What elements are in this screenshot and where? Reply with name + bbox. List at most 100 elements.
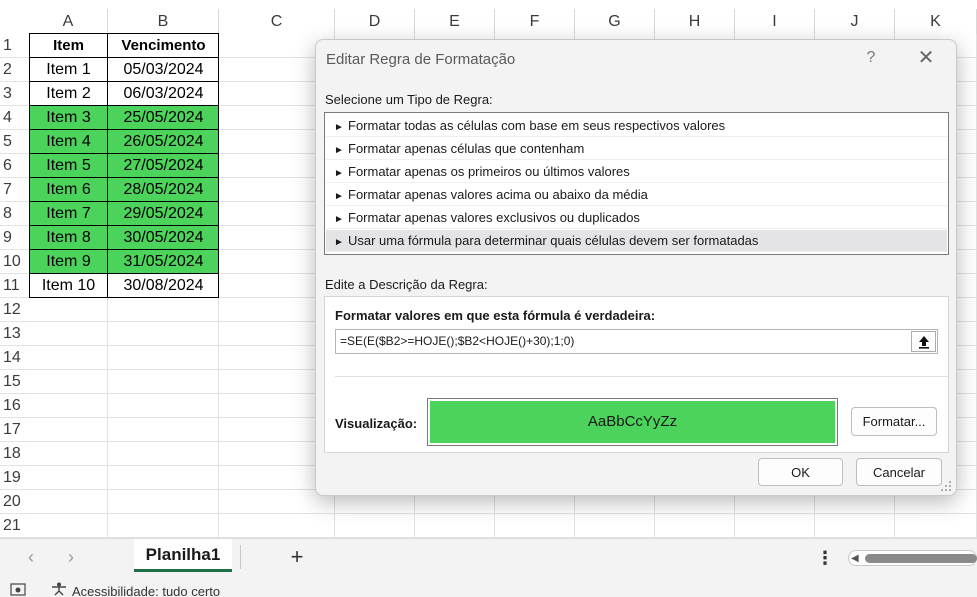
rule-type-item[interactable]: ► Formatar apenas células que contenham (326, 138, 947, 160)
cell-due-date[interactable]: 28/05/2024 (108, 178, 219, 202)
row-header-18[interactable]: 18 (0, 442, 29, 466)
sheet-tab-bar: ‹ › Planilha1 + ⋮ ◀ (0, 538, 977, 576)
column-header-b[interactable]: B (108, 9, 219, 34)
cell-item[interactable]: Item 3 (29, 106, 108, 130)
cancel-button[interactable]: Cancelar (856, 458, 942, 486)
row-header-2[interactable]: 2 (0, 58, 29, 82)
upload-arrow-icon (918, 336, 929, 349)
cell-item[interactable]: Item 1 (29, 58, 108, 82)
cell-due-date[interactable]: 30/05/2024 (108, 226, 219, 250)
accessibility-icon[interactable] (50, 582, 68, 596)
column-header-c[interactable]: C (219, 9, 335, 34)
row-header-15[interactable]: 15 (0, 370, 29, 394)
rule-type-list[interactable]: ► Formatar todas as células com base em s… (324, 112, 949, 255)
row-header-1[interactable]: 1 (0, 34, 29, 58)
arrow-right-icon: ► (334, 214, 344, 225)
row-header-14[interactable]: 14 (0, 346, 29, 370)
column-header-j[interactable]: J (815, 9, 895, 34)
resize-grip-icon[interactable] (940, 480, 954, 494)
cell-due-date[interactable]: 05/03/2024 (108, 58, 219, 82)
column-header-g[interactable]: G (575, 9, 655, 34)
column-header-k[interactable]: K (895, 9, 977, 34)
close-icon[interactable]: ✕ (914, 46, 938, 70)
ok-button[interactable]: OK (758, 458, 843, 486)
column-header-d[interactable]: D (335, 9, 415, 34)
tab-planilha1[interactable]: Planilha1 (134, 539, 232, 572)
cell-item[interactable]: Item 5 (29, 154, 108, 178)
row-header-13[interactable]: 13 (0, 322, 29, 346)
scrollbar-thumb[interactable] (865, 554, 977, 563)
cell-item[interactable]: Item 2 (29, 82, 108, 106)
cell-due-date[interactable]: 31/05/2024 (108, 250, 219, 274)
chevron-right-icon[interactable]: › (60, 546, 82, 568)
collapse-dialog-button[interactable] (911, 331, 936, 352)
cell-due-date[interactable]: 30/08/2024 (108, 274, 219, 298)
arrow-right-icon: ► (334, 191, 344, 202)
formula-input[interactable]: =SE(E($B2>=HOJE();$B2<HOJE()+30);1;0) (335, 329, 938, 354)
cell-item[interactable]: Item 7 (29, 202, 108, 226)
row-header-4[interactable]: 4 (0, 106, 29, 130)
row-header-7[interactable]: 7 (0, 178, 29, 202)
row-header-6[interactable]: 6 (0, 154, 29, 178)
cell-item[interactable]: Item 6 (29, 178, 108, 202)
row-header-9[interactable]: 9 (0, 226, 29, 250)
preview-sample-text: AaBbCcYyZz (430, 401, 835, 443)
chevron-left-icon[interactable]: ‹ (20, 546, 42, 568)
rule-type-label: Formatar apenas células que contenham (348, 141, 585, 156)
cell-item[interactable]: Item 8 (29, 226, 108, 250)
rule-type-label: Formatar apenas valores exclusivos ou du… (348, 210, 640, 225)
horizontal-scrollbar[interactable]: ◀ (848, 550, 977, 566)
macro-record-icon[interactable] (10, 582, 28, 596)
rule-type-item[interactable]: ► Usar uma fórmula para determinar quais … (326, 230, 947, 252)
column-header-a[interactable]: A (29, 9, 108, 34)
header-cell-item[interactable]: Item (29, 34, 108, 58)
row-header-19[interactable]: 19 (0, 466, 29, 490)
rule-type-item[interactable]: ► Formatar apenas valores acima ou abaixo… (326, 184, 947, 206)
status-bar: Acessibilidade: tudo certo (0, 576, 977, 597)
row-header-21[interactable]: 21 (0, 514, 29, 538)
arrow-right-icon: ► (334, 122, 344, 133)
column-header-e[interactable]: E (415, 9, 495, 34)
cell-due-date[interactable]: 27/05/2024 (108, 154, 219, 178)
arrow-right-icon: ► (334, 168, 344, 179)
row-header-17[interactable]: 17 (0, 418, 29, 442)
row-header-3[interactable]: 3 (0, 82, 29, 106)
cell-due-date[interactable]: 25/05/2024 (108, 106, 219, 130)
row-header-11[interactable]: 11 (0, 274, 29, 298)
cell-item[interactable]: Item 10 (29, 274, 108, 298)
rule-type-item[interactable]: ► Formatar todas as células com base em s… (326, 115, 947, 137)
add-sheet-icon[interactable]: + (285, 545, 309, 569)
cell-item[interactable]: Item 4 (29, 130, 108, 154)
row-header-16[interactable]: 16 (0, 394, 29, 418)
rule-type-item[interactable]: ► Formatar apenas os primeiros ou últimos… (326, 161, 947, 183)
row-header-8[interactable]: 8 (0, 202, 29, 226)
row-header-10[interactable]: 10 (0, 250, 29, 274)
column-header-h[interactable]: H (655, 9, 735, 34)
dialog-title: Editar Regra de Formatação (326, 51, 516, 68)
arrow-right-icon: ► (334, 145, 344, 156)
formula-label: Formatar valores em que esta fórmula é v… (335, 308, 656, 323)
row-header-5[interactable]: 5 (0, 130, 29, 154)
description-label: Edite a Descrição da Regra: (325, 277, 488, 292)
rule-type-item[interactable]: ► Formatar apenas valores exclusivos ou d… (326, 207, 947, 229)
row-header-12[interactable]: 12 (0, 298, 29, 322)
row-header-20[interactable]: 20 (0, 490, 29, 514)
accessibility-status[interactable]: Acessibilidade: tudo certo (72, 584, 220, 597)
rule-type-label: Formatar apenas os primeiros ou últimos … (348, 164, 630, 179)
column-header-i[interactable]: I (735, 9, 815, 34)
cell-item[interactable]: Item 9 (29, 250, 108, 274)
format-button[interactable]: Formatar... (851, 407, 937, 436)
more-options-icon[interactable]: ⋮ (816, 546, 834, 570)
cell-due-date[interactable]: 06/03/2024 (108, 82, 219, 106)
scroll-left-icon[interactable]: ◀ (851, 551, 859, 566)
format-preview: AaBbCcYyZz (427, 398, 838, 446)
header-cell-due[interactable]: Vencimento (108, 34, 219, 58)
cell-due-date[interactable]: 26/05/2024 (108, 130, 219, 154)
help-icon[interactable]: ? (861, 46, 881, 70)
edit-formatting-rule-dialog: Editar Regra de Formatação ? ✕ Selecione… (315, 39, 957, 496)
cell-due-date[interactable]: 29/05/2024 (108, 202, 219, 226)
divider (335, 376, 948, 377)
rule-type-label: Usar uma fórmula para determinar quais c… (348, 233, 759, 248)
column-header-f[interactable]: F (495, 9, 575, 34)
rule-type-label: Formatar todas as células com base em se… (348, 118, 726, 133)
